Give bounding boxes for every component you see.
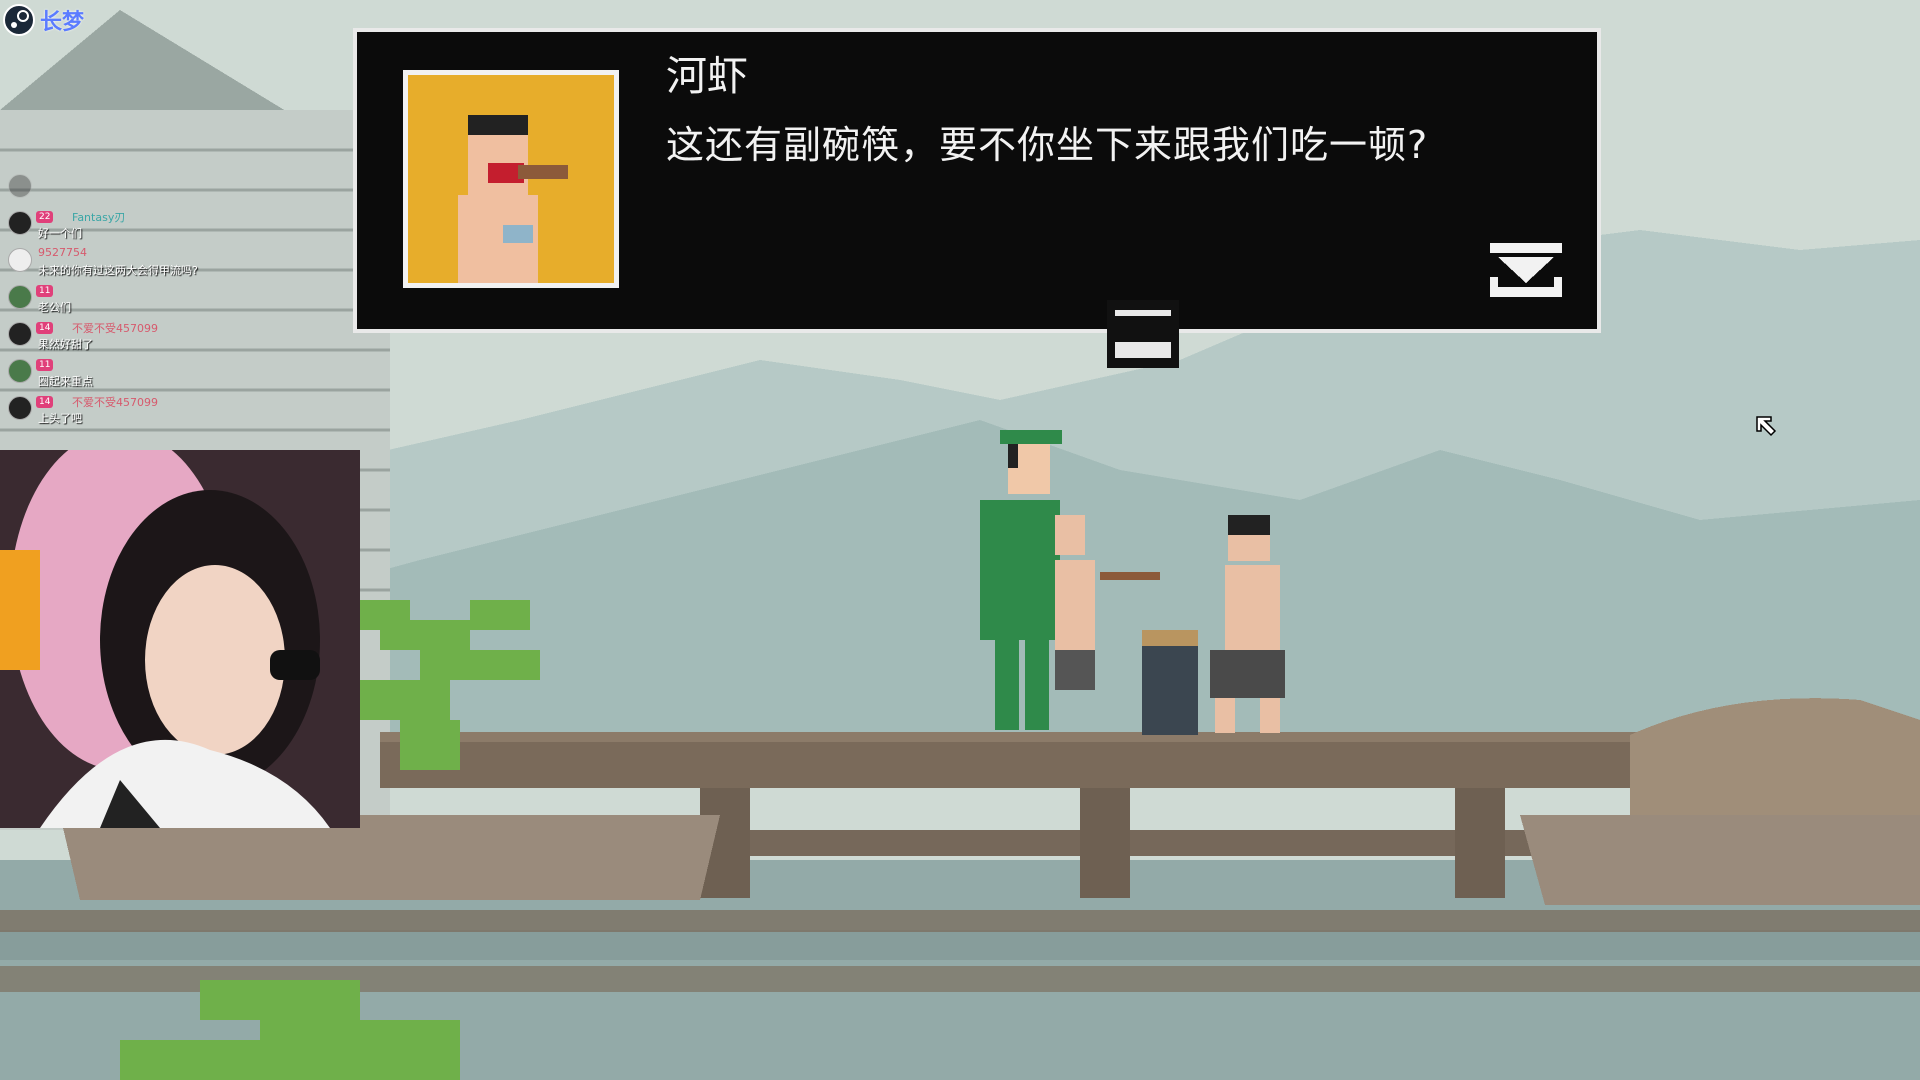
avatar (8, 359, 32, 383)
level-badge: 14 (36, 322, 54, 334)
steam-badge: 长梦 (2, 2, 84, 38)
chat-username: 不爱不受457099 (72, 396, 158, 409)
chat-username: Fantasy刃 (72, 211, 126, 224)
chat-text: 果然好甜了 (38, 338, 93, 351)
chat-message: 11 圈起来重点 (4, 357, 294, 394)
chat-username: 不爱不受457099 (72, 322, 158, 335)
boat-right (1520, 815, 1920, 905)
level-badge: 11 (36, 359, 54, 371)
avatar (8, 174, 32, 198)
avatar (8, 248, 32, 272)
chat-message: 14 不爱不受457099 果然好甜了 (4, 320, 294, 357)
avatar (8, 211, 32, 235)
speaker-name: 河虾 (666, 52, 748, 100)
level-badge: 11 (36, 285, 54, 297)
live-chat: 22 Fantasy刃 好一个们 9527754 未来的你有过这两大会得甲流吗?… (4, 172, 294, 431)
steam-icon (3, 4, 35, 36)
speaker-portrait (403, 70, 619, 288)
chat-message: 14 不爱不受457099 上头了吧 (4, 394, 294, 431)
chat-text: 圈起来重点 (38, 375, 93, 388)
chat-message (4, 172, 294, 209)
chat-text: 好一个们 (38, 227, 82, 240)
dialog-tail (1107, 300, 1179, 368)
portrait-image (408, 75, 614, 283)
chat-message: 9527754 未来的你有过这两大会得甲流吗? (4, 246, 294, 283)
chat-message: 22 Fantasy刃 好一个们 (4, 209, 294, 246)
webcam-feed (0, 450, 360, 828)
avatar (8, 396, 32, 420)
chat-text: 老公们 (38, 301, 71, 314)
advance-dialog-icon[interactable] (1490, 243, 1562, 301)
chat-text: 上头了吧 (38, 412, 82, 425)
level-badge: 22 (36, 211, 54, 223)
dialog-line: 这还有副碗筷，要不你坐下来跟我们吃一顿? (666, 123, 1429, 167)
mouse-cursor-icon (1756, 416, 1777, 437)
avatar (8, 285, 32, 309)
chat-username: 9527754 (38, 246, 87, 259)
stove (1142, 630, 1198, 735)
steam-label: 长梦 (40, 10, 85, 35)
chat-text: 未来的你有过这两大会得甲流吗? (38, 264, 198, 277)
chat-message: 11 老公们 (4, 283, 294, 320)
avatar (8, 322, 32, 346)
level-badge: 14 (36, 396, 54, 408)
